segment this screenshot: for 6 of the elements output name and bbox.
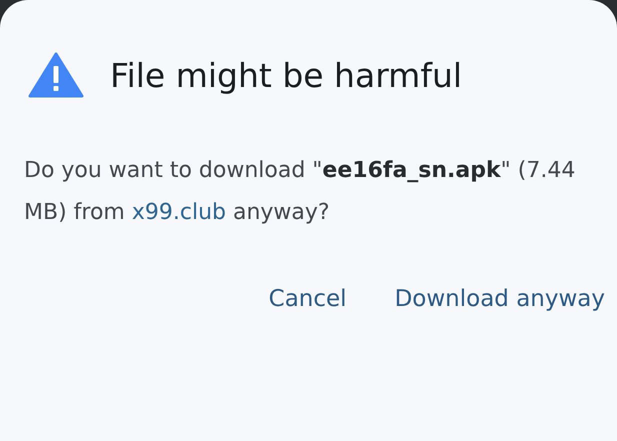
warning-icon — [28, 52, 84, 98]
dialog-title: File might be harmful — [110, 56, 462, 94]
cancel-button[interactable]: Cancel — [264, 280, 351, 318]
site-link[interactable]: x99.club — [132, 200, 226, 225]
download-button[interactable]: Download anyway — [390, 280, 609, 318]
message-text: Do you want to download "ee16fa_sn.apk" (7.44 MB) from x99.club anyway? — [24, 157, 576, 227]
